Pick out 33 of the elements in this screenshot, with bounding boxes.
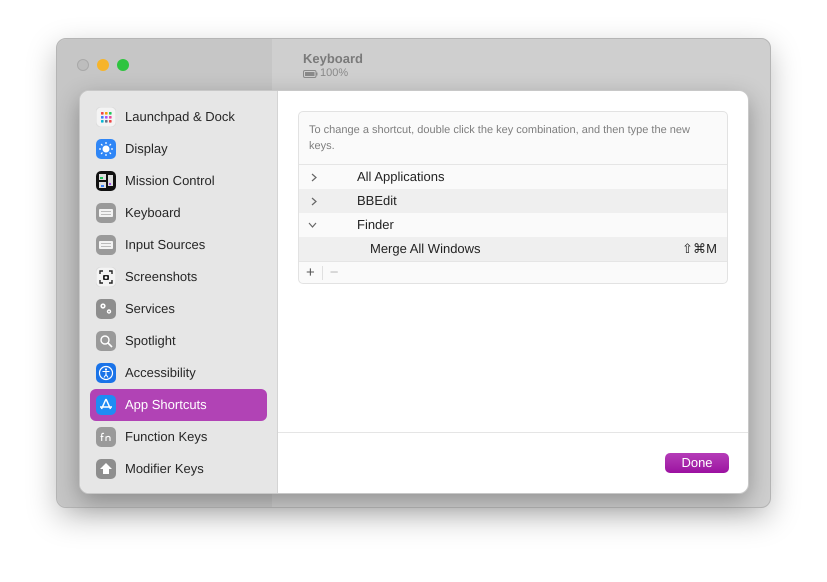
search-icon [96,331,116,351]
sidebar-item[interactable]: Spotlight [90,325,267,357]
add-button[interactable]: + [305,265,316,280]
sidebar-item[interactable]: Screenshots [90,261,267,293]
app-grid-icon [96,107,116,127]
done-button[interactable]: Done [665,453,729,473]
sidebar-item[interactable]: Launchpad & Dock [90,101,267,133]
accessibility-icon [96,363,116,383]
camera-frame-icon [96,267,116,287]
sun-icon [96,139,116,159]
chevron-down-icon[interactable] [308,222,317,228]
sidebar-item[interactable]: Mission Control [90,165,267,197]
app-row[interactable]: BBEdit [299,189,727,213]
fn-key-icon [96,427,116,447]
gears-icon [96,299,116,319]
chevron-right-icon[interactable] [311,172,317,182]
sidebar-item[interactable]: Keyboard [90,197,267,229]
sidebar-item[interactable]: Services [90,293,267,325]
chevron-right-icon[interactable] [311,196,317,206]
keyboard-icon [96,235,116,255]
shortcut-row[interactable]: Merge All Windows ⇧⌘M [299,237,727,261]
sidebar-item[interactable]: Modifier Keys [90,453,267,485]
battery-icon [303,70,318,78]
app-store-icon [96,395,116,415]
sidebar-item[interactable]: Accessibility [90,357,267,389]
battery-level: 100% [320,67,348,80]
windows-icon [96,171,116,191]
sidebar-item[interactable]: Display [90,133,267,165]
sidebar-item[interactable]: Function Keys [90,421,267,453]
sidebar-item[interactable]: App Shortcuts [90,389,267,421]
keyboard-icon [96,203,116,223]
window-title: Keyboard [303,51,363,67]
sidebar-item[interactable]: Input Sources [90,229,267,261]
